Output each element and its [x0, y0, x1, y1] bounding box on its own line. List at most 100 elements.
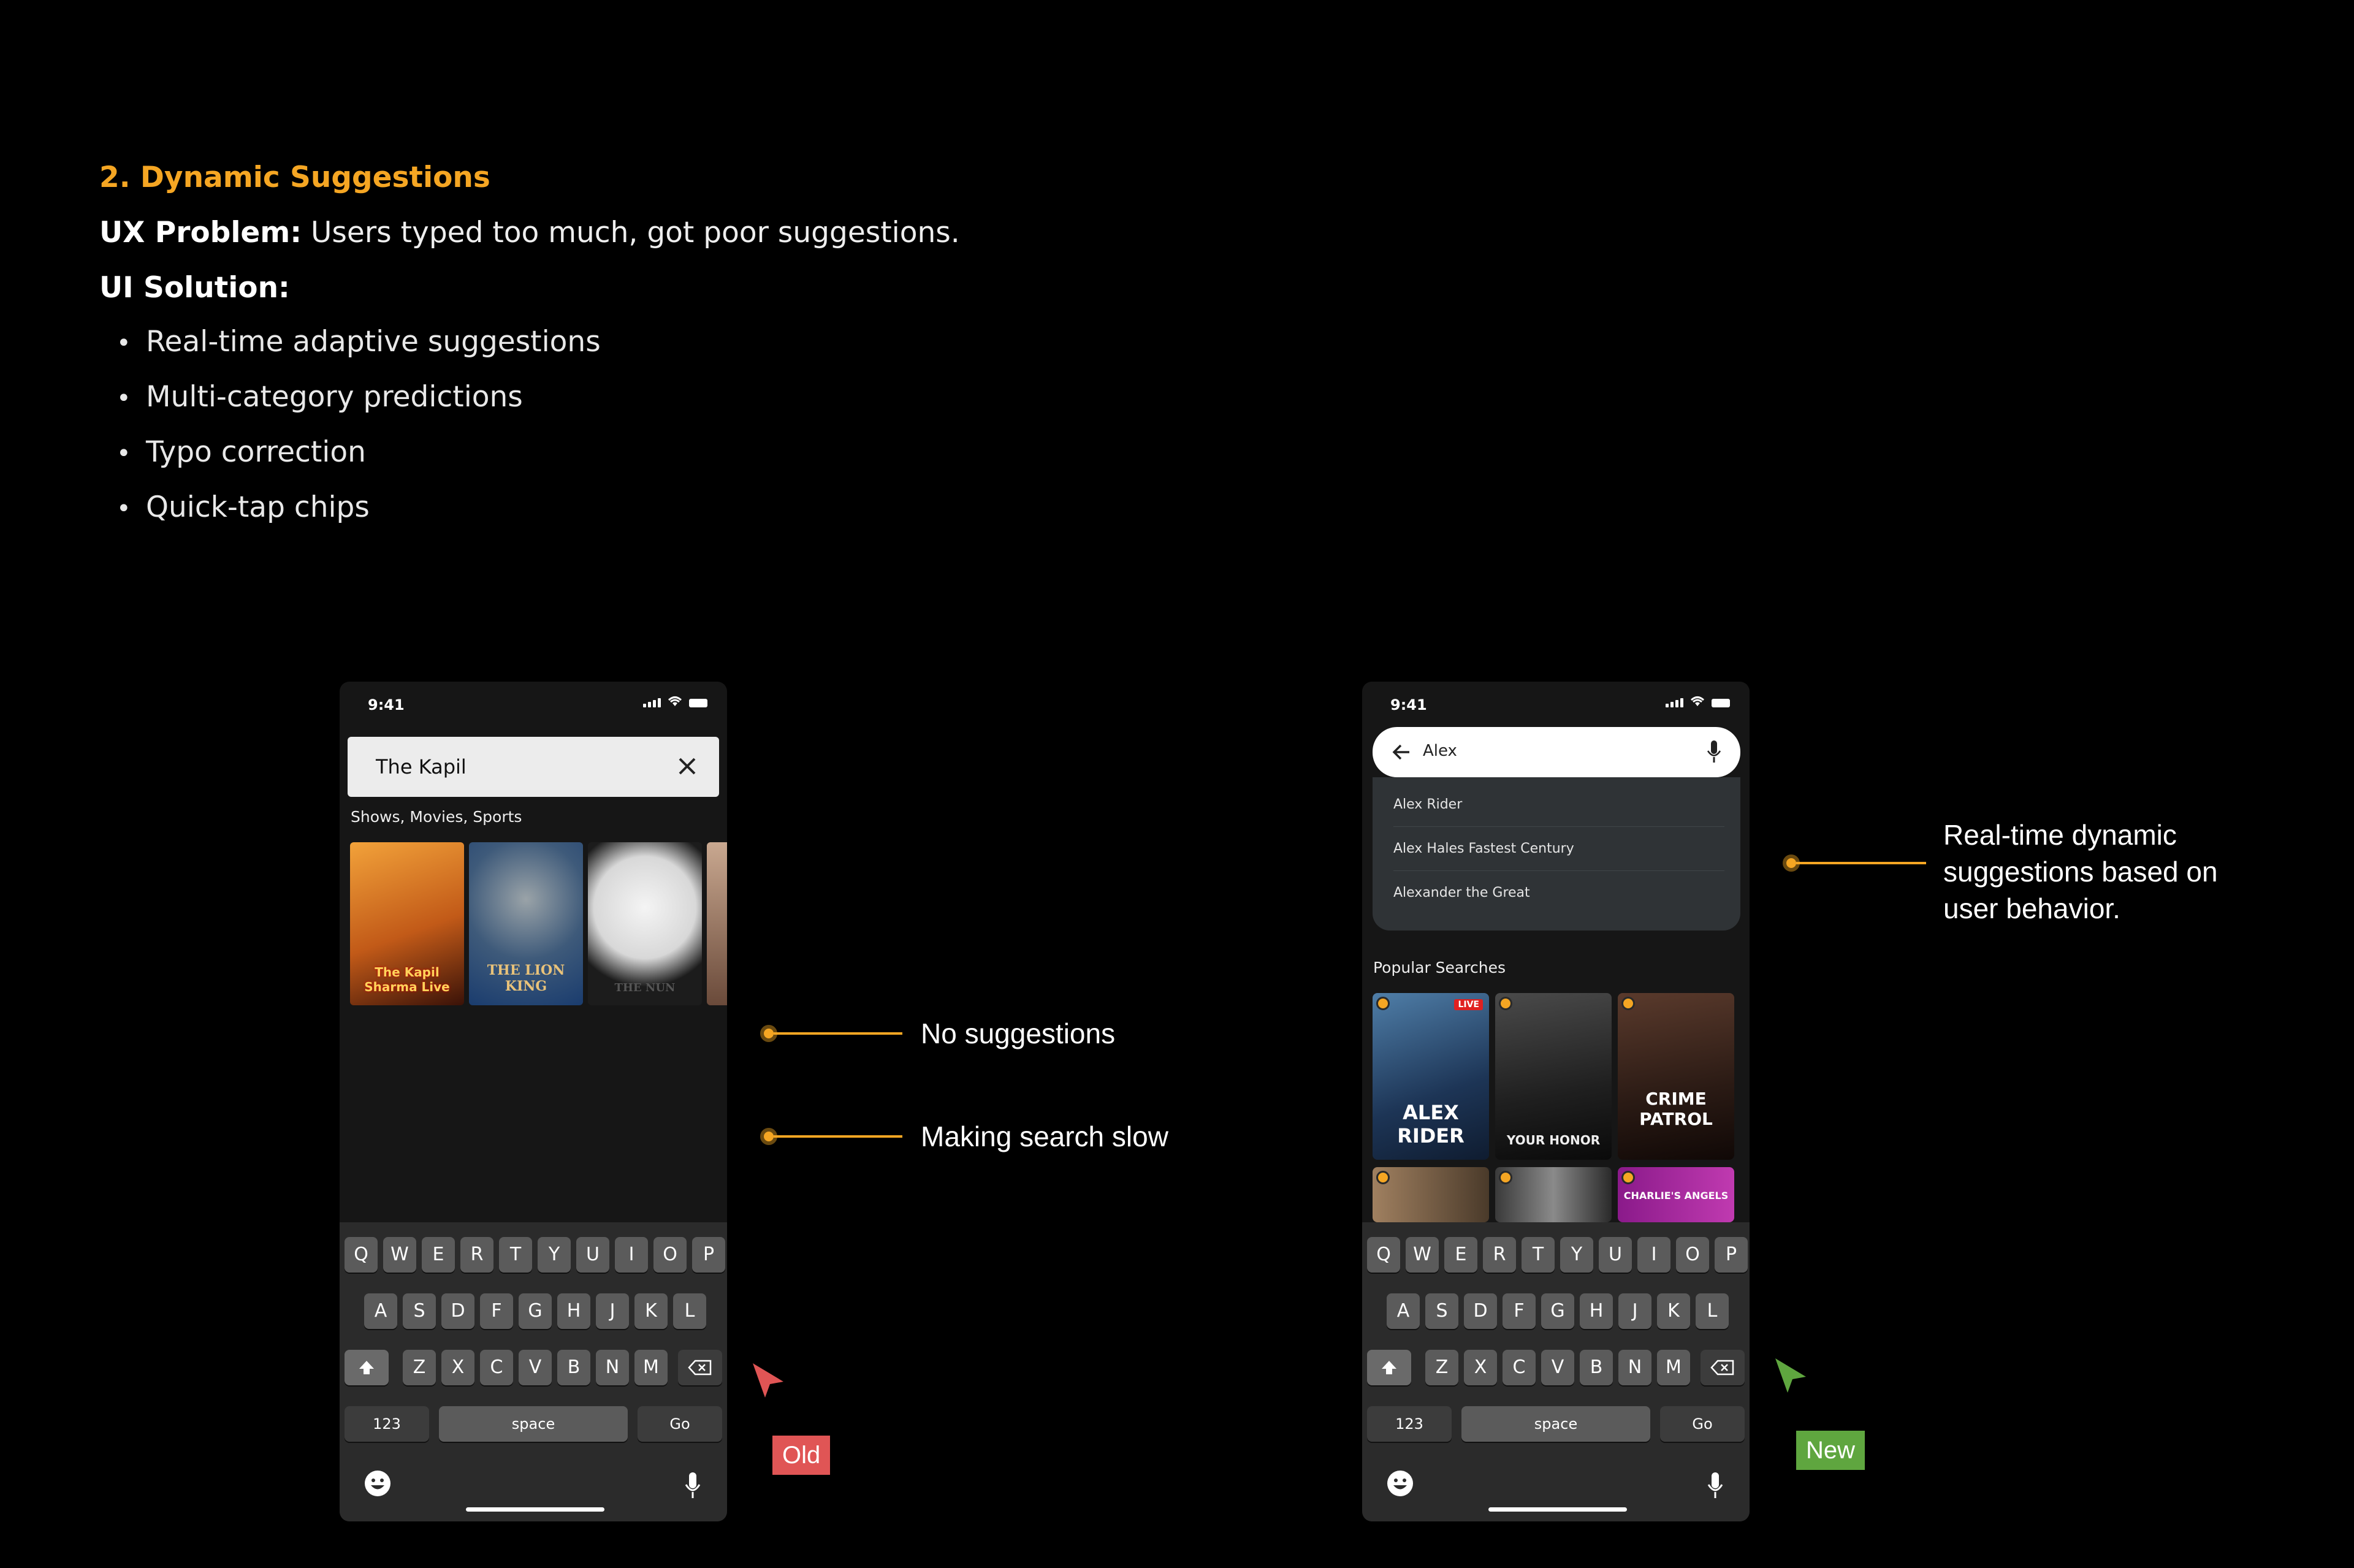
key[interactable]: A: [364, 1293, 397, 1329]
emoji-icon[interactable]: [363, 1469, 392, 1498]
ux-problem-label: UX Problem:: [99, 216, 302, 249]
shift-key[interactable]: [1367, 1350, 1411, 1385]
key[interactable]: Y: [1560, 1237, 1593, 1273]
key[interactable]: C: [1503, 1350, 1536, 1385]
space-key[interactable]: space: [1461, 1406, 1650, 1442]
key[interactable]: H: [1580, 1293, 1613, 1329]
tile-title: CRIME PATROL: [1639, 1089, 1713, 1129]
key[interactable]: D: [441, 1293, 474, 1329]
key[interactable]: I: [1637, 1237, 1670, 1273]
key[interactable]: D: [1464, 1293, 1497, 1329]
keyboard: Q W E R T Y U I O P A S D F G H J K L Z: [340, 1222, 727, 1521]
popular-tile[interactable]: LIVE ALEX RIDER: [1373, 993, 1489, 1160]
key[interactable]: I: [615, 1237, 648, 1273]
key[interactable]: V: [1541, 1350, 1574, 1385]
key[interactable]: N: [1618, 1350, 1651, 1385]
key[interactable]: Z: [403, 1350, 436, 1385]
backspace-key[interactable]: [678, 1350, 722, 1385]
poster-card[interactable]: THE LION KING: [469, 842, 583, 1005]
status-icons: [1666, 695, 1730, 707]
key[interactable]: W: [383, 1237, 416, 1273]
home-indicator: [1488, 1507, 1627, 1512]
key[interactable]: P: [1715, 1237, 1748, 1273]
key[interactable]: S: [1425, 1293, 1458, 1329]
key[interactable]: U: [576, 1237, 609, 1273]
key[interactable]: L: [673, 1293, 706, 1329]
suggestion-item[interactable]: Alex Hales Fastest Century: [1393, 828, 1724, 871]
wifi-icon: [667, 695, 683, 707]
key[interactable]: P: [692, 1237, 725, 1273]
numbers-key[interactable]: 123: [1367, 1406, 1452, 1442]
key[interactable]: Q: [1367, 1237, 1400, 1273]
key[interactable]: G: [519, 1293, 552, 1329]
bullet-item: Quick-tap chips: [116, 490, 601, 546]
key[interactable]: H: [557, 1293, 590, 1329]
status-icons: [643, 695, 707, 707]
key[interactable]: J: [596, 1293, 629, 1329]
trending-dot: [1376, 997, 1390, 1010]
key[interactable]: N: [596, 1350, 629, 1385]
shift-icon: [359, 1361, 374, 1374]
popular-tile[interactable]: YOUR HONOR: [1495, 993, 1612, 1160]
key[interactable]: K: [634, 1293, 668, 1329]
key[interactable]: M: [634, 1350, 668, 1385]
key[interactable]: C: [480, 1350, 513, 1385]
back-arrow-icon[interactable]: [1390, 740, 1413, 764]
key[interactable]: Z: [1425, 1350, 1458, 1385]
cursor-arrow-icon: [753, 1363, 783, 1398]
shift-key[interactable]: [345, 1350, 389, 1385]
microphone-icon[interactable]: [1706, 739, 1722, 764]
key[interactable]: F: [480, 1293, 513, 1329]
key[interactable]: O: [1676, 1237, 1709, 1273]
key[interactable]: T: [499, 1237, 532, 1273]
key[interactable]: G: [1541, 1293, 1574, 1329]
key[interactable]: J: [1618, 1293, 1651, 1329]
annotation-making-slow: Making search slow: [921, 1121, 1168, 1152]
poster-card[interactable]: [707, 842, 727, 1005]
search-input[interactable]: The Kapil: [348, 737, 719, 797]
key[interactable]: A: [1387, 1293, 1420, 1329]
key[interactable]: K: [1657, 1293, 1690, 1329]
key[interactable]: M: [1657, 1350, 1690, 1385]
key[interactable]: T: [1522, 1237, 1555, 1273]
suggestion-item[interactable]: Alex Rider: [1393, 783, 1724, 827]
suggestion-item[interactable]: Alexander the Great: [1393, 872, 1724, 915]
key[interactable]: E: [422, 1237, 455, 1273]
key[interactable]: Q: [345, 1237, 378, 1273]
microphone-icon[interactable]: [684, 1471, 701, 1499]
key[interactable]: S: [403, 1293, 436, 1329]
microphone-icon[interactable]: [1707, 1471, 1724, 1499]
trending-dot: [1376, 1171, 1390, 1184]
backspace-key[interactable]: [1701, 1350, 1745, 1385]
popular-tile[interactable]: CHARLIE'S ANGELS: [1618, 1167, 1734, 1222]
space-key[interactable]: space: [439, 1406, 628, 1442]
go-key[interactable]: Go: [1660, 1406, 1745, 1442]
status-time: 9:41: [368, 696, 405, 714]
poster-card[interactable]: The Kapil Sharma Live: [350, 842, 464, 1005]
search-input[interactable]: Alex: [1373, 727, 1740, 777]
key[interactable]: R: [1483, 1237, 1516, 1273]
numbers-key[interactable]: 123: [345, 1406, 429, 1442]
key[interactable]: U: [1599, 1237, 1632, 1273]
go-key[interactable]: Go: [638, 1406, 722, 1442]
popular-tile[interactable]: [1373, 1167, 1489, 1222]
key[interactable]: F: [1503, 1293, 1536, 1329]
key[interactable]: X: [1464, 1350, 1497, 1385]
popular-tile[interactable]: CRIME PATROL: [1618, 993, 1734, 1160]
key[interactable]: Y: [538, 1237, 571, 1273]
new-badge: New: [1796, 1431, 1865, 1470]
key[interactable]: B: [557, 1350, 590, 1385]
key[interactable]: B: [1580, 1350, 1613, 1385]
poster-card[interactable]: THE NUN: [588, 842, 702, 1005]
key[interactable]: E: [1444, 1237, 1477, 1273]
key[interactable]: W: [1406, 1237, 1439, 1273]
key[interactable]: O: [653, 1237, 687, 1273]
popular-tile[interactable]: [1495, 1167, 1612, 1222]
search-query: Alex: [1423, 742, 1457, 760]
emoji-icon[interactable]: [1385, 1469, 1415, 1498]
key[interactable]: R: [460, 1237, 493, 1273]
close-icon[interactable]: [675, 754, 699, 778]
key[interactable]: V: [519, 1350, 552, 1385]
key[interactable]: L: [1696, 1293, 1729, 1329]
key[interactable]: X: [441, 1350, 474, 1385]
